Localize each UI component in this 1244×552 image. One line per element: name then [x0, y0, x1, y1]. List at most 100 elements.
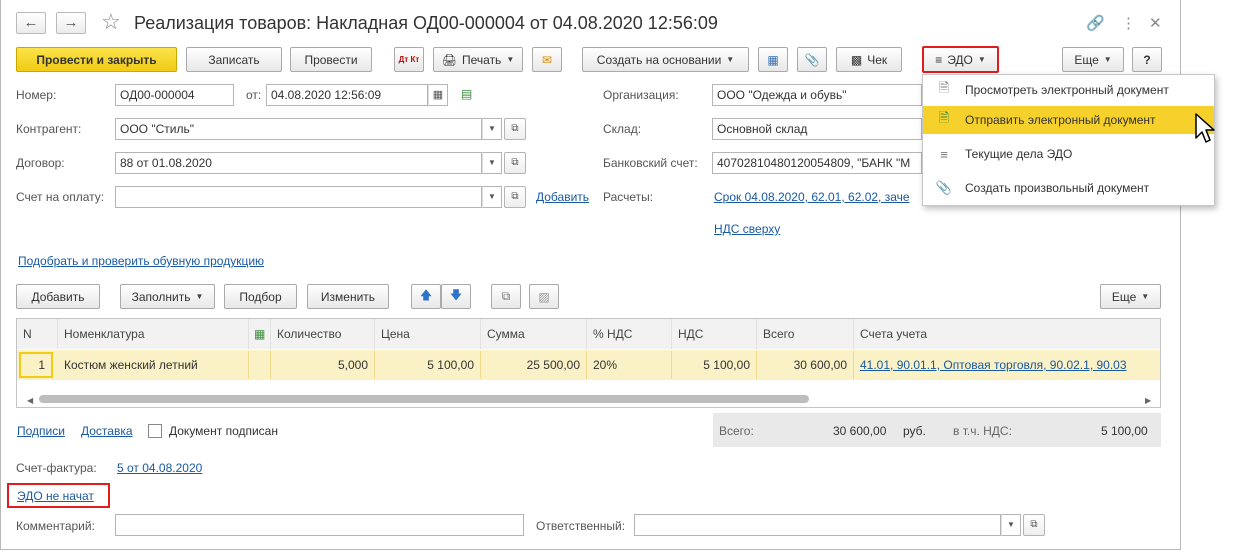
column-header-price[interactable]: Цена	[375, 319, 481, 349]
status-check-icon[interactable]: ▤	[461, 87, 472, 101]
calendar-icon[interactable]: ▦	[428, 84, 448, 106]
vat-rate-cell[interactable]: 20%	[587, 351, 672, 379]
edo-button[interactable]: ≡ ЭДО ▼	[922, 46, 999, 73]
column-header-n[interactable]: N	[17, 319, 58, 349]
pick-label: Подбор	[239, 289, 282, 304]
create-based-on-button[interactable]: Создать на основании ▼	[582, 47, 749, 72]
row-number-cell[interactable]: 1	[19, 352, 53, 378]
clipboard-icon: ▨	[538, 289, 550, 304]
vat-included-label: в т.ч. НДС:	[953, 424, 1012, 438]
fill-button[interactable]: Заполнить ▼	[120, 284, 215, 309]
scroll-right-icon[interactable]: ▶	[1145, 396, 1151, 405]
help-button[interactable]: ?	[1132, 47, 1162, 72]
column-header-vat[interactable]: НДС	[672, 319, 757, 349]
email-button[interactable]: ✉	[532, 47, 562, 72]
chevron-down-icon[interactable]: ▼	[1001, 514, 1021, 536]
contract-label: Договор:	[16, 156, 65, 170]
nomenclature-cell[interactable]: Костюм женский летний	[58, 351, 249, 379]
forward-arrow-icon[interactable]: →	[56, 12, 86, 34]
back-arrow-icon[interactable]: ←	[16, 12, 46, 34]
warehouse-field[interactable]: Основной склад	[712, 118, 922, 140]
structure-icon: ▦	[767, 52, 779, 67]
settlements-link[interactable]: Срок 04.08.2020, 62.01, 62.02, заче	[714, 190, 922, 204]
close-icon[interactable]: ✕	[1149, 14, 1162, 32]
chevron-down-icon: ▼	[977, 55, 986, 64]
invoice-field[interactable]	[115, 186, 482, 208]
chevron-down-icon[interactable]: ▼	[482, 186, 502, 208]
post-and-close-label: Провести и закрыть	[36, 52, 157, 67]
currency-label: руб.	[903, 424, 926, 438]
column-header-total[interactable]: Всего	[757, 319, 854, 349]
delivery-link[interactable]: Доставка	[81, 424, 133, 438]
printer-icon: 🖨	[441, 52, 457, 67]
accounts-cell[interactable]: 41.01, 90.01.1, Оптовая торговля, 90.02.…	[854, 351, 1160, 379]
print-button[interactable]: 🖨 Печать ▼	[433, 47, 523, 72]
fill-label: Заполнить	[131, 289, 191, 304]
comment-field[interactable]	[115, 514, 524, 536]
scroll-left-icon[interactable]: ◀	[27, 396, 33, 405]
copy-button[interactable]: ⧉	[491, 284, 521, 309]
open-icon[interactable]: ⧉	[504, 152, 526, 174]
document-signed-checkbox[interactable]	[148, 424, 162, 438]
envelope-icon: ✉	[541, 52, 553, 67]
chevron-down-icon[interactable]: ▼	[482, 118, 502, 140]
post-and-close-button[interactable]: Провести и закрыть	[16, 47, 177, 72]
help-label: ?	[1143, 52, 1151, 67]
receipt-button[interactable]: ▩ Чек	[836, 47, 902, 72]
open-icon[interactable]: ⧉	[504, 118, 526, 140]
column-header-accounts[interactable]: Счета учета	[854, 319, 1160, 349]
signatures-link[interactable]: Подписи	[17, 424, 65, 438]
date-field[interactable]: 04.08.2020 12:56:09	[266, 84, 428, 106]
sum-cell[interactable]: 25 500,00	[481, 351, 587, 379]
column-header-sum[interactable]: Сумма	[481, 319, 587, 349]
add-invoice-link[interactable]: Добавить	[536, 190, 589, 204]
arrow-down-icon: 🡇	[449, 288, 463, 302]
invoice-factura-link[interactable]: 5 от 04.08.2020	[117, 461, 202, 475]
link-icon[interactable]: 🔗	[1086, 14, 1105, 32]
change-button[interactable]: Изменить	[307, 284, 389, 309]
save-button[interactable]: Записать	[186, 47, 282, 72]
edo-status-link[interactable]: ЭДО не начат	[17, 489, 94, 503]
column-header-vat-rate[interactable]: % НДС	[587, 319, 672, 349]
shoes-pick-link[interactable]: Подобрать и проверить обувную продукцию	[18, 254, 264, 268]
horizontal-scrollbar[interactable]	[39, 395, 809, 403]
menu-item-label: Просмотреть электронный документ	[965, 83, 1169, 97]
favorite-star-icon[interactable]: ☆	[101, 9, 121, 35]
number-label: Номер:	[16, 88, 57, 102]
more-button[interactable]: Еще ▼	[1062, 47, 1124, 72]
invoice-label: Счет на оплату:	[16, 190, 105, 204]
more-vertical-icon[interactable]: ⋮	[1121, 14, 1136, 32]
menu-item-edo-tasks[interactable]: ≡ Текущие дела ЭДО	[923, 140, 1214, 168]
price-cell[interactable]: 5 100,00	[375, 351, 481, 379]
menu-item-create-custom[interactable]: 📎 Создать произвольный документ	[923, 174, 1214, 202]
quantity-cell[interactable]: 5,000	[271, 351, 375, 379]
vat-on-top-link[interactable]: НДС сверху	[714, 222, 780, 236]
number-field[interactable]: ОД00-000004	[115, 84, 234, 106]
counterparty-field[interactable]: ООО "Стиль"	[115, 118, 482, 140]
vat-cell[interactable]: 5 100,00	[672, 351, 757, 379]
organization-field[interactable]: ООО "Одежда и обувь"	[712, 84, 922, 106]
dtkt-button[interactable]: Дт Кт	[394, 47, 424, 72]
table-add-button[interactable]: Добавить	[16, 284, 100, 309]
open-icon[interactable]: ⧉	[1023, 514, 1045, 536]
post-button[interactable]: Провести	[290, 47, 372, 72]
bank-account-field[interactable]: 40702810480120054809, "БАНК "М	[712, 152, 922, 174]
pick-button[interactable]: Подбор	[224, 284, 297, 309]
chevron-down-icon[interactable]: ▼	[482, 152, 502, 174]
responsible-field[interactable]	[634, 514, 1001, 536]
structure-button[interactable]: ▦	[758, 47, 788, 72]
move-down-button[interactable]: 🡇	[441, 284, 471, 309]
open-icon[interactable]: ⧉	[504, 186, 526, 208]
total-cell[interactable]: 30 600,00	[757, 351, 854, 379]
column-header-quantity[interactable]: Количество	[271, 319, 375, 349]
attach-button[interactable]: 📎	[797, 47, 827, 72]
menu-item-send-edoc[interactable]: 🗎 Отправить электронный документ	[923, 106, 1214, 134]
receipt-label: Чек	[867, 52, 888, 67]
paste-button[interactable]: ▨	[529, 284, 559, 309]
contract-field[interactable]: 88 от 01.08.2020	[115, 152, 482, 174]
menu-item-view-edoc[interactable]: 🗎 Просмотреть электронный документ	[923, 76, 1214, 104]
move-up-button[interactable]: 🡅	[411, 284, 441, 309]
vat-total-value: 5 100,00	[1101, 424, 1148, 438]
column-header-nomenclature[interactable]: Номенклатура	[58, 319, 249, 349]
table-more-button[interactable]: Еще ▼	[1100, 284, 1161, 309]
